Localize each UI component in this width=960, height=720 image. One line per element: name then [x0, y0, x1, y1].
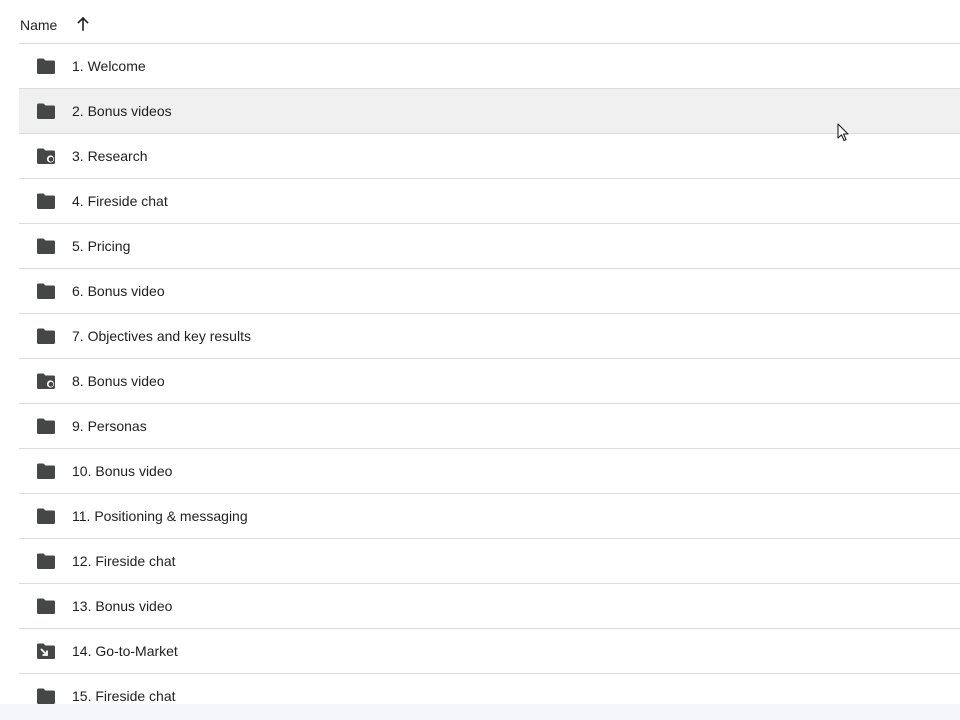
folder-icon: [36, 552, 56, 570]
file-row[interactable]: 9. Personas: [19, 404, 960, 449]
file-name: 12. Fireside chat: [72, 553, 176, 569]
file-name: 1. Welcome: [72, 58, 146, 74]
folder-icon: [36, 237, 56, 255]
file-row[interactable]: 5. Pricing: [19, 224, 960, 269]
arrow-upward-icon: [77, 16, 89, 31]
folder-icon: [36, 282, 56, 300]
folder-icon: [36, 102, 56, 120]
file-row[interactable]: 1. Welcome: [19, 44, 960, 89]
bottom-strip: [0, 704, 960, 720]
shortcut-folder-icon: [36, 642, 56, 660]
file-name: 15. Fireside chat: [72, 688, 176, 704]
shared-folder-icon: [36, 147, 56, 165]
file-name: 4. Fireside chat: [72, 193, 168, 209]
file-row[interactable]: 13. Bonus video: [19, 584, 960, 629]
file-row[interactable]: 10. Bonus video: [19, 449, 960, 494]
folder-icon: [36, 417, 56, 435]
file-row[interactable]: 3. Research: [19, 134, 960, 179]
folder-icon: [36, 507, 56, 525]
file-name: 5. Pricing: [72, 238, 131, 254]
file-list: 1. Welcome 2. Bonus videos 3. Research 4. F…: [19, 44, 960, 719]
folder-icon: [36, 687, 56, 705]
file-name: 8. Bonus video: [72, 373, 165, 389]
file-row[interactable]: 2. Bonus videos: [19, 89, 960, 134]
folder-icon: [36, 597, 56, 615]
file-browser: Name 1. Welcome 2. Bonus videos 3. Researc…: [0, 0, 960, 720]
file-name: 14. Go-to-Market: [72, 643, 178, 659]
folder-icon: [36, 192, 56, 210]
file-name: 6. Bonus video: [72, 283, 165, 299]
file-name: 11. Positioning & messaging: [72, 508, 248, 524]
sort-ascending-button[interactable]: [72, 13, 94, 35]
file-row[interactable]: 12. Fireside chat: [19, 539, 960, 584]
folder-icon: [36, 57, 56, 75]
file-row[interactable]: 14. Go-to-Market: [19, 629, 960, 674]
folder-icon: [36, 462, 56, 480]
folder-icon: [36, 327, 56, 345]
name-column-header[interactable]: Name: [20, 17, 57, 33]
file-name: 10. Bonus video: [72, 463, 173, 479]
shared-folder-icon: [36, 372, 56, 390]
file-row[interactable]: 6. Bonus video: [19, 269, 960, 314]
file-name: 2. Bonus videos: [72, 103, 172, 119]
file-name: 3. Research: [72, 148, 148, 164]
file-name: 13. Bonus video: [72, 598, 173, 614]
file-row[interactable]: 11. Positioning & messaging: [19, 494, 960, 539]
file-name: 9. Personas: [72, 418, 147, 434]
file-row[interactable]: 7. Objectives and key results: [19, 314, 960, 359]
file-row[interactable]: 4. Fireside chat: [19, 179, 960, 224]
list-header: Name: [0, 0, 960, 44]
file-row[interactable]: 8. Bonus video: [19, 359, 960, 404]
file-name: 7. Objectives and key results: [72, 328, 251, 344]
